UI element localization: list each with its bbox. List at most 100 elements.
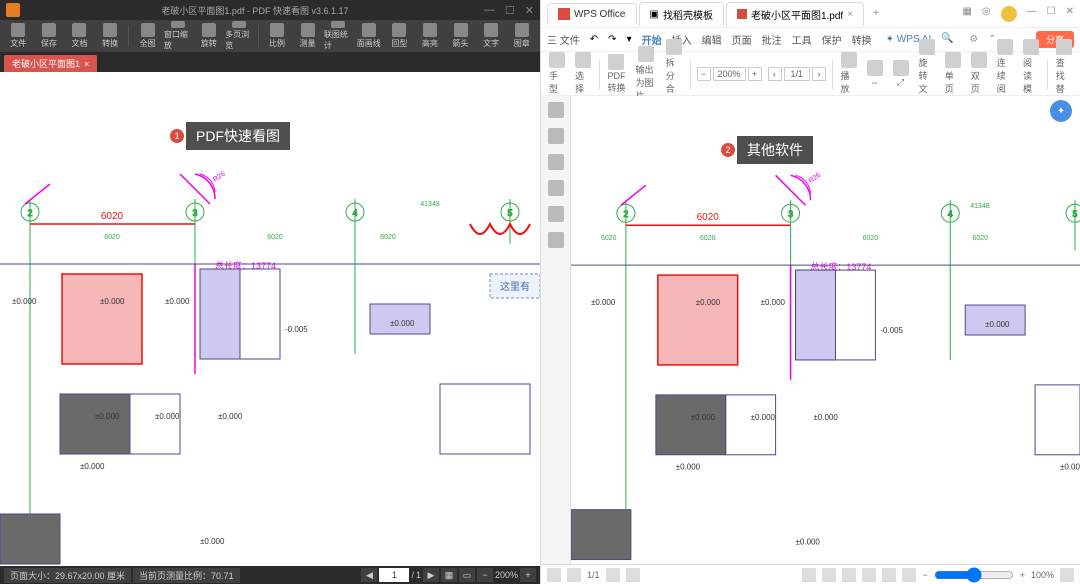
fit-page-tool[interactable]: ⤢ xyxy=(891,60,911,88)
left-sidebar xyxy=(541,96,571,564)
zoom-out-button[interactable]: − xyxy=(697,67,711,81)
svg-text:5: 5 xyxy=(507,208,512,218)
pdf-convert-tool[interactable]: PDF转换 xyxy=(605,54,627,94)
thumbnails-icon[interactable] xyxy=(548,102,564,118)
tab-wps-office[interactable]: WPS Office xyxy=(547,3,637,24)
pdf-canvas[interactable]: 2 3 4 5 6020 6020 6020 6020 41348 xyxy=(0,72,540,566)
prev-page-button[interactable]: ◀ xyxy=(361,568,377,582)
pdf-canvas[interactable]: ✦ 2 3 4 5 6020 xyxy=(571,96,1080,564)
double-page-tool[interactable]: 双页 xyxy=(969,52,989,95)
link-stats-button[interactable]: 联图统计 xyxy=(324,21,353,51)
redo-icon[interactable]: ↷ xyxy=(608,34,616,45)
titlebar: WPS Office ▣找稻壳模板 老破小区平面图1.pdf× + ▦ ◎ — … xyxy=(541,0,1080,28)
ribbon-toolbar: 手型 选择 PDF转换 输出为图片 拆分合并 − 200% + ‹ 1/1 › … xyxy=(541,52,1080,96)
view-mode-4-icon[interactable] xyxy=(902,568,916,582)
badge-label: 其他软件 xyxy=(737,136,813,164)
nav-first-icon[interactable] xyxy=(547,568,561,582)
shape-button[interactable]: 回型 xyxy=(385,21,414,51)
rotate-button[interactable]: 旋转 xyxy=(195,21,224,51)
zoom-in-button[interactable]: + xyxy=(520,568,536,582)
layout-icon[interactable]: ▦ xyxy=(441,568,457,582)
svg-text:-0.005: -0.005 xyxy=(285,325,308,334)
outline-icon[interactable] xyxy=(548,154,564,170)
maximize-icon[interactable]: ☐ xyxy=(1047,6,1056,22)
tab-close-icon[interactable]: × xyxy=(847,9,853,20)
nav-next-icon[interactable] xyxy=(606,568,620,582)
menu-convert[interactable]: 转换 xyxy=(852,32,872,47)
marquee-icon[interactable] xyxy=(822,568,836,582)
signatures-icon[interactable] xyxy=(548,232,564,248)
area-line-button[interactable]: 面画线 xyxy=(354,21,383,51)
bookmarks-icon[interactable] xyxy=(548,128,564,144)
svg-text:R26: R26 xyxy=(212,170,227,183)
stamp-button[interactable]: 图章 xyxy=(507,21,536,51)
zoom-out-button[interactable]: − xyxy=(477,568,493,582)
zoom-in-button[interactable]: + xyxy=(748,67,762,81)
minimize-icon[interactable]: — xyxy=(484,4,495,17)
convert-button[interactable]: 转换 xyxy=(96,21,125,51)
document-button[interactable]: 文档 xyxy=(65,21,94,51)
page-input[interactable] xyxy=(379,568,409,582)
svg-text:±0.000: ±0.000 xyxy=(95,412,120,421)
fit-width-tool[interactable]: ⇔ xyxy=(865,60,885,87)
fullscreen-icon[interactable] xyxy=(1060,568,1074,582)
document-tab[interactable]: 老破小区平面图1 × xyxy=(4,55,97,72)
menu-tools[interactable]: 工具 xyxy=(792,32,812,47)
close-icon[interactable]: ✕ xyxy=(525,4,534,17)
menu-protect[interactable]: 保护 xyxy=(822,32,842,47)
select-tool[interactable]: 选择 xyxy=(573,52,593,95)
zoom-in-icon[interactable]: + xyxy=(1020,570,1025,580)
minimize-icon[interactable]: — xyxy=(1027,6,1037,22)
notify-icon[interactable]: ◎ xyxy=(982,6,991,22)
hand-icon[interactable] xyxy=(802,568,816,582)
badge-number: 2 xyxy=(721,143,735,157)
nav-prev-icon[interactable] xyxy=(567,568,581,582)
tab-template[interactable]: ▣找稻壳模板 xyxy=(639,2,724,26)
undo-icon[interactable]: ↶ xyxy=(590,34,598,45)
text-button[interactable]: 文字 xyxy=(477,21,506,51)
nav-last-icon[interactable] xyxy=(626,568,640,582)
annotations-icon[interactable] xyxy=(548,206,564,222)
menu-annotate[interactable]: 批注 xyxy=(762,32,782,47)
hand-tool[interactable]: 手型 xyxy=(547,52,567,95)
menu-edit[interactable]: 编辑 xyxy=(702,32,722,47)
settings-icon[interactable]: ⚙ xyxy=(969,34,978,45)
arrow-button[interactable]: 箭头 xyxy=(446,21,475,51)
svg-text:R26: R26 xyxy=(808,172,823,185)
tab-close-icon[interactable]: × xyxy=(84,59,89,69)
next-page-button[interactable]: › xyxy=(812,67,826,81)
tab-document[interactable]: 老破小区平面图1.pdf× xyxy=(726,2,864,26)
user-avatar[interactable] xyxy=(1001,6,1017,22)
file-button[interactable]: 文件 xyxy=(4,21,33,51)
single-page-tool[interactable]: 单页 xyxy=(943,52,963,95)
zoom-out-icon[interactable]: − xyxy=(922,570,927,580)
maximize-icon[interactable]: ☐ xyxy=(505,4,515,17)
scale-button[interactable]: 比例 xyxy=(263,21,292,51)
view-mode-1-icon[interactable] xyxy=(842,568,856,582)
export-image-tool[interactable]: 输出为图片 xyxy=(633,46,657,102)
new-tab-button[interactable]: + xyxy=(866,8,886,19)
highlight-button[interactable]: 高亮 xyxy=(416,21,445,51)
measure-button[interactable]: 测量 xyxy=(293,21,322,51)
grid-icon[interactable]: ▦ xyxy=(962,6,971,22)
view-mode-2-icon[interactable] xyxy=(862,568,876,582)
search-icon[interactable]: 🔍 xyxy=(941,33,955,47)
close-icon[interactable]: ✕ xyxy=(1066,6,1074,22)
prev-page-button[interactable]: ‹ xyxy=(768,67,782,81)
file-menu[interactable]: 三 文件 xyxy=(547,32,580,47)
fit-all-button[interactable]: 全图 xyxy=(133,21,162,51)
view-mode-3-icon[interactable] xyxy=(882,568,896,582)
window-zoom-button[interactable]: 窗口缩放 xyxy=(164,21,193,51)
next-page-button[interactable]: ▶ xyxy=(423,568,439,582)
menu-page[interactable]: 页面 xyxy=(732,32,752,47)
play-tool[interactable]: 播放 xyxy=(839,52,859,95)
page-indicator[interactable]: 1/1 xyxy=(784,67,811,81)
fit-icon[interactable]: ▭ xyxy=(459,568,475,582)
zoom-slider[interactable] xyxy=(934,567,1014,583)
badge-number: 1 xyxy=(170,129,184,143)
save-button[interactable]: 保存 xyxy=(35,21,64,51)
attachments-icon[interactable] xyxy=(548,180,564,196)
zoom-select[interactable]: 200% xyxy=(713,67,746,81)
multi-page-button[interactable]: 多页浏览 xyxy=(225,21,254,51)
qat-icon[interactable]: ▾ xyxy=(627,34,632,45)
